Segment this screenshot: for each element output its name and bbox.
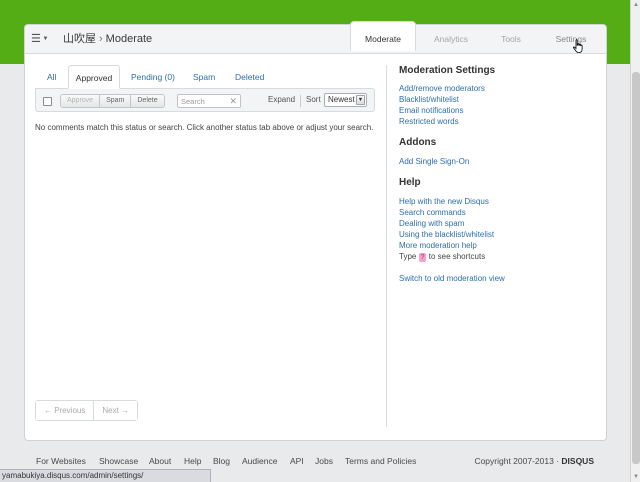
tab-tools[interactable]: Tools (495, 25, 527, 54)
footer-link-blog[interactable]: Blog (213, 456, 230, 466)
copyright: Copyright 2007-2013 · DISQUS (474, 456, 594, 466)
tab-moderate[interactable]: Moderate (350, 21, 416, 51)
more-moderation-help-link[interactable]: More moderation help (399, 241, 477, 250)
sort-label: Sort (306, 95, 321, 104)
status-tabs: All Approved Pending (0) Spam Deleted (35, 65, 375, 89)
hand-pointer-cursor-icon (573, 39, 583, 53)
status-tab-all[interactable]: All (47, 65, 56, 89)
section-name: Moderate (105, 33, 153, 45)
search-input[interactable] (178, 95, 228, 107)
chevron-down-icon: ▼ (40, 36, 49, 43)
page-title: 山吹屋 › Moderate (63, 32, 152, 46)
vertical-scrollbar[interactable]: ▲ ▼ (630, 0, 640, 482)
menu-button[interactable]: ☰ ▼ (31, 32, 48, 46)
delete-button[interactable]: Delete (131, 95, 164, 107)
tab-settings[interactable]: Settings (548, 25, 594, 54)
shortcut-hint-suffix: to see shortcuts (428, 252, 486, 261)
approve-button[interactable]: Approve (61, 95, 101, 107)
moderation-settings-heading: Moderation Settings (399, 65, 496, 76)
copyright-text: Copyright 2007-2013 · (474, 456, 560, 466)
column-divider (386, 65, 387, 427)
scroll-up-arrow-icon[interactable]: ▲ (632, 0, 640, 10)
expand-link[interactable]: Expand (268, 95, 295, 104)
add-single-sign-on-link[interactable]: Add Single Sign-On (399, 157, 469, 166)
restricted-words-link[interactable]: Restricted words (399, 117, 459, 126)
footer: For Websites Showcase About Help Blog Au… (24, 451, 607, 471)
status-tab-deleted[interactable]: Deleted (235, 65, 264, 89)
add-remove-moderators-link[interactable]: Add/remove moderators (399, 84, 485, 93)
clear-search-icon[interactable]: ✕ (229, 95, 237, 107)
dropdown-arrow-icon[interactable]: ▼ (356, 95, 365, 105)
footer-link-about[interactable]: About (149, 456, 171, 466)
blacklist-whitelist-link[interactable]: Blacklist/whitelist (399, 95, 459, 104)
search-commands-link[interactable]: Search commands (399, 208, 466, 217)
help-new-disqus-link[interactable]: Help with the new Disqus (399, 197, 489, 206)
tab-analytics[interactable]: Analytics (425, 25, 477, 54)
sort-select[interactable]: Newest ▼ (324, 93, 367, 107)
search-box: ✕ (177, 94, 241, 108)
site-name: 山吹屋 (63, 33, 96, 45)
bulk-action-buttons: Approve Spam Delete (60, 94, 165, 108)
previous-page-button[interactable]: ← Previous (36, 401, 94, 420)
shortcut-hint-prefix: Type (399, 252, 417, 261)
using-blacklist-whitelist-link[interactable]: Using the blacklist/whitelist (399, 230, 494, 239)
addons-heading: Addons (399, 137, 437, 148)
footer-link-audience[interactable]: Audience (242, 456, 277, 466)
help-heading: Help (399, 177, 421, 188)
shortcut-hint: Type ? to see shortcuts (399, 252, 485, 262)
empty-state-message: No comments match this status or search.… (35, 123, 374, 132)
status-tab-approved[interactable]: Approved (68, 65, 120, 89)
footer-link-api[interactable]: API (290, 456, 304, 466)
breadcrumb-separator: › (99, 33, 103, 45)
footer-link-for-websites[interactable]: For Websites (36, 456, 86, 466)
hamburger-menu-icon: ☰ (31, 33, 41, 45)
status-tab-pending[interactable]: Pending (0) (131, 65, 175, 89)
switch-old-moderation-link[interactable]: Switch to old moderation view (399, 274, 505, 283)
footer-link-jobs[interactable]: Jobs (315, 456, 333, 466)
scroll-down-arrow-icon[interactable]: ▼ (632, 472, 640, 482)
shortcut-key: ? (418, 253, 427, 262)
moderation-panel: ☰ ▼ 山吹屋 › Moderate Moderate Analytics Tool… (24, 21, 607, 441)
top-bar: ☰ ▼ 山吹屋 › Moderate Moderate Analytics Tool… (25, 21, 606, 54)
spam-button[interactable]: Spam (100, 95, 132, 107)
footer-link-terms[interactable]: Terms and Policies (345, 456, 416, 466)
scroll-thumb[interactable] (632, 72, 640, 464)
footer-link-showcase[interactable]: Showcase (99, 456, 138, 466)
divider (300, 95, 301, 107)
footer-link-help[interactable]: Help (184, 456, 201, 466)
dealing-with-spam-link[interactable]: Dealing with spam (399, 219, 464, 228)
email-notifications-link[interactable]: Email notifications (399, 106, 463, 115)
browser-status-bar: yamabukiya.disqus.com/admin/settings/ (0, 469, 211, 482)
disqus-logo-text[interactable]: DISQUS (561, 456, 594, 466)
next-page-button[interactable]: Next → (93, 401, 138, 420)
select-all-checkbox[interactable] (43, 97, 52, 106)
bulk-action-bar: Approve Spam Delete ✕ Expand Sort Newest… (35, 88, 375, 112)
pagination: ← Previous Next → (35, 400, 139, 421)
sort-selected-value: Newest (328, 95, 355, 104)
status-tab-spam[interactable]: Spam (193, 65, 215, 89)
